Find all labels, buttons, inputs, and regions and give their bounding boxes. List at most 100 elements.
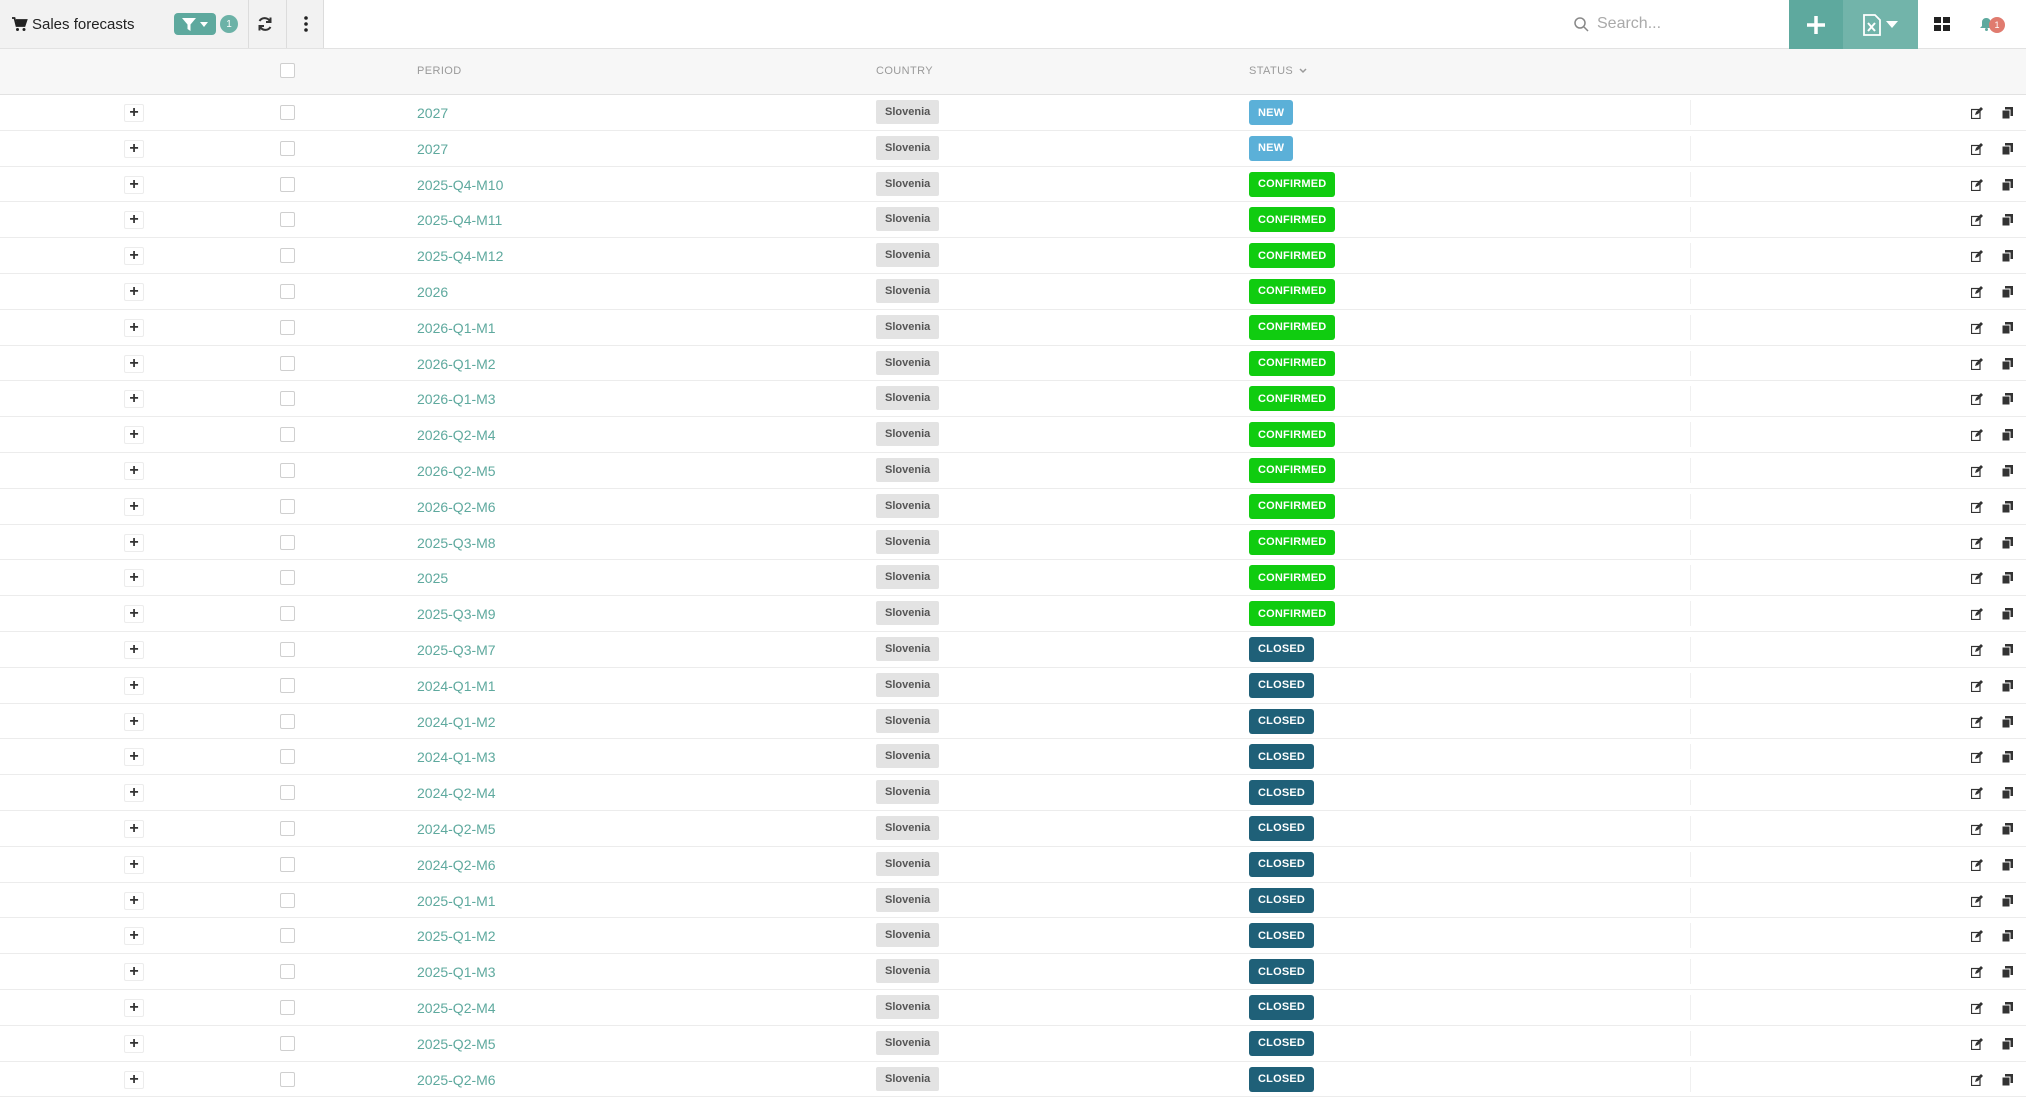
expand-row-button[interactable]: + xyxy=(124,748,144,767)
copy-icon[interactable] xyxy=(2000,142,2014,156)
table-row[interactable]: +2026-Q2-M4 Slovenia CONFIRMED xyxy=(0,417,2026,453)
expand-row-button[interactable]: + xyxy=(124,175,144,194)
copy-icon[interactable] xyxy=(2000,643,2014,657)
edit-icon[interactable] xyxy=(1970,894,1984,908)
edit-icon[interactable] xyxy=(1970,965,1984,979)
copy-icon[interactable] xyxy=(2000,786,2014,800)
table-row[interactable]: +2026-Q1-M3 Slovenia CONFIRMED xyxy=(0,381,2026,418)
table-row[interactable]: +2025-Q1-M2 Slovenia CLOSED xyxy=(0,918,2026,955)
table-row[interactable]: +2025-Q3-M9 Slovenia CONFIRMED xyxy=(0,596,2026,632)
row-checkbox[interactable] xyxy=(280,391,295,407)
copy-icon[interactable] xyxy=(2000,607,2014,621)
expand-row-button[interactable]: + xyxy=(124,354,144,373)
edit-icon[interactable] xyxy=(1970,285,1984,299)
edit-icon[interactable] xyxy=(1970,643,1984,657)
expand-row-button[interactable]: + xyxy=(124,247,144,266)
table-row[interactable]: +2024-Q2-M4 Slovenia CLOSED xyxy=(0,775,2026,811)
edit-icon[interactable] xyxy=(1970,321,1984,335)
expand-row-button[interactable]: + xyxy=(124,676,144,695)
row-checkbox[interactable] xyxy=(280,462,295,478)
copy-icon[interactable] xyxy=(2000,106,2014,120)
select-all-checkbox[interactable] xyxy=(280,63,295,78)
edit-icon[interactable] xyxy=(1970,106,1984,120)
period-link[interactable]: 2025-Q2-M4 xyxy=(417,1000,496,1016)
expand-row-button[interactable]: + xyxy=(124,963,144,982)
column-header-country[interactable]: COUNTRY xyxy=(876,65,933,77)
edit-icon[interactable] xyxy=(1970,249,1984,263)
table-row[interactable]: +2025-Q3-M7 Slovenia CLOSED xyxy=(0,632,2026,668)
row-checkbox[interactable] xyxy=(280,140,295,156)
more-options-icon[interactable] xyxy=(294,12,318,36)
table-row[interactable]: +2025-Q4-M12 Slovenia CONFIRMED xyxy=(0,238,2026,274)
grid-view-icon[interactable] xyxy=(1930,12,1954,36)
period-link[interactable]: 2026-Q2-M6 xyxy=(417,499,496,515)
period-link[interactable]: 2026 xyxy=(417,284,448,300)
period-link[interactable]: 2025-Q3-M9 xyxy=(417,606,496,622)
period-link[interactable]: 2026-Q1-M3 xyxy=(417,391,496,407)
period-link[interactable]: 2024-Q2-M6 xyxy=(417,857,496,873)
table-row[interactable]: +2025 Slovenia CONFIRMED xyxy=(0,560,2026,597)
table-row[interactable]: +2025-Q2-M6 Slovenia CLOSED xyxy=(0,1062,2026,1098)
row-checkbox[interactable] xyxy=(280,498,295,514)
period-link[interactable]: 2024-Q1-M3 xyxy=(417,749,496,765)
table-row[interactable]: +2024-Q1-M1 Slovenia CLOSED xyxy=(0,668,2026,704)
expand-row-button[interactable]: + xyxy=(124,819,144,838)
edit-icon[interactable] xyxy=(1970,679,1984,693)
table-row[interactable]: +2024-Q1-M2 Slovenia CLOSED xyxy=(0,704,2026,740)
row-checkbox[interactable] xyxy=(280,964,295,980)
edit-icon[interactable] xyxy=(1970,1001,1984,1015)
edit-icon[interactable] xyxy=(1970,858,1984,872)
search-box[interactable] xyxy=(1574,12,1779,36)
edit-icon[interactable] xyxy=(1970,1037,1984,1051)
excel-export-button[interactable] xyxy=(1843,0,1918,49)
copy-icon[interactable] xyxy=(2000,1037,2014,1051)
expand-row-button[interactable]: + xyxy=(124,605,144,624)
expand-row-button[interactable]: + xyxy=(124,855,144,874)
row-checkbox[interactable] xyxy=(280,677,295,693)
column-header-status[interactable]: STATUS xyxy=(1249,65,1307,77)
table-row[interactable]: +2025-Q2-M4 Slovenia CLOSED xyxy=(0,990,2026,1026)
table-row[interactable]: +2026 Slovenia CONFIRMED xyxy=(0,274,2026,310)
edit-icon[interactable] xyxy=(1970,715,1984,729)
period-link[interactable]: 2024-Q2-M5 xyxy=(417,821,496,837)
edit-icon[interactable] xyxy=(1970,392,1984,406)
edit-icon[interactable] xyxy=(1970,464,1984,478)
expand-row-button[interactable]: + xyxy=(124,282,144,301)
table-row[interactable]: +2025-Q1-M1 Slovenia CLOSED xyxy=(0,883,2026,919)
expand-row-button[interactable]: + xyxy=(124,461,144,480)
row-checkbox[interactable] xyxy=(280,105,295,120)
table-row[interactable]: +2025-Q2-M5 Slovenia CLOSED xyxy=(0,1026,2026,1062)
search-input[interactable] xyxy=(1595,14,1779,34)
edit-icon[interactable] xyxy=(1970,178,1984,192)
expand-row-button[interactable]: + xyxy=(124,998,144,1017)
copy-icon[interactable] xyxy=(2000,750,2014,764)
period-link[interactable]: 2026-Q1-M1 xyxy=(417,320,496,336)
period-link[interactable]: 2026-Q2-M4 xyxy=(417,427,496,443)
expand-row-button[interactable]: + xyxy=(124,891,144,910)
expand-row-button[interactable]: + xyxy=(124,318,144,337)
expand-row-button[interactable]: + xyxy=(124,390,144,409)
row-checkbox[interactable] xyxy=(280,999,295,1015)
period-link[interactable]: 2024-Q1-M2 xyxy=(417,714,496,730)
table-row[interactable]: +2025-Q3-M8 Slovenia CONFIRMED xyxy=(0,525,2026,561)
row-checkbox[interactable] xyxy=(280,1071,295,1087)
table-row[interactable]: +2026-Q1-M1 Slovenia CONFIRMED xyxy=(0,310,2026,346)
row-checkbox[interactable] xyxy=(280,212,295,228)
table-row[interactable]: +2024-Q2-M6 Slovenia CLOSED xyxy=(0,847,2026,883)
copy-icon[interactable] xyxy=(2000,571,2014,585)
period-link[interactable]: 2025-Q4-M12 xyxy=(417,248,503,264)
row-checkbox[interactable] xyxy=(280,319,295,335)
edit-icon[interactable] xyxy=(1970,1073,1984,1087)
table-row[interactable]: +2025-Q4-M10 Slovenia CONFIRMED xyxy=(0,167,2026,203)
copy-icon[interactable] xyxy=(2000,500,2014,514)
period-link[interactable]: 2024-Q2-M4 xyxy=(417,785,496,801)
period-link[interactable]: 2025-Q2-M5 xyxy=(417,1036,496,1052)
copy-icon[interactable] xyxy=(2000,285,2014,299)
expand-row-button[interactable]: + xyxy=(124,426,144,445)
period-link[interactable]: 2025 xyxy=(417,570,448,586)
row-checkbox[interactable] xyxy=(280,820,295,836)
edit-icon[interactable] xyxy=(1970,786,1984,800)
copy-icon[interactable] xyxy=(2000,536,2014,550)
table-row[interactable]: +2026-Q1-M2 Slovenia CONFIRMED xyxy=(0,346,2026,382)
filter-button[interactable]: 1 xyxy=(174,13,238,35)
